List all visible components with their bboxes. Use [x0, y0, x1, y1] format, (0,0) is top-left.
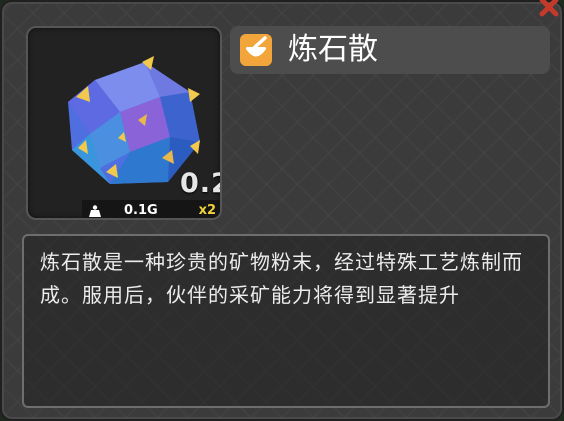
item-description-box: 炼石散是一种珍贵的矿物粉末，经过特殊工艺炼制而成。服用后，伙伴的采矿能力将得到显…: [22, 234, 550, 408]
price-label: 0.2G: [180, 168, 220, 199]
close-corner-icon[interactable]: [538, 0, 560, 18]
price-value: 0.2: [180, 168, 220, 199]
item-weight: 0.1G: [124, 203, 158, 218]
item-description: 炼石散是一种珍贵的矿物粉末，经过特殊工艺炼制而成。服用后，伙伴的采矿能力将得到显…: [40, 250, 523, 307]
item-title-bar: 炼石散: [230, 26, 550, 74]
item-icon-frame: 0.2G 0.1G x2: [26, 26, 222, 220]
item-detail-panel: 0.2G 0.1G x2 炼石散 炼石散是一种珍贵的矿物粉末，经过特殊工艺炼制而…: [0, 0, 564, 421]
item-stats-bar: 0.1G x2: [82, 200, 220, 218]
mortar-pestle-icon: [240, 34, 272, 66]
item-quantity: x2: [198, 203, 216, 218]
weight-icon: [89, 205, 101, 217]
item-name: 炼石散: [288, 32, 378, 67]
